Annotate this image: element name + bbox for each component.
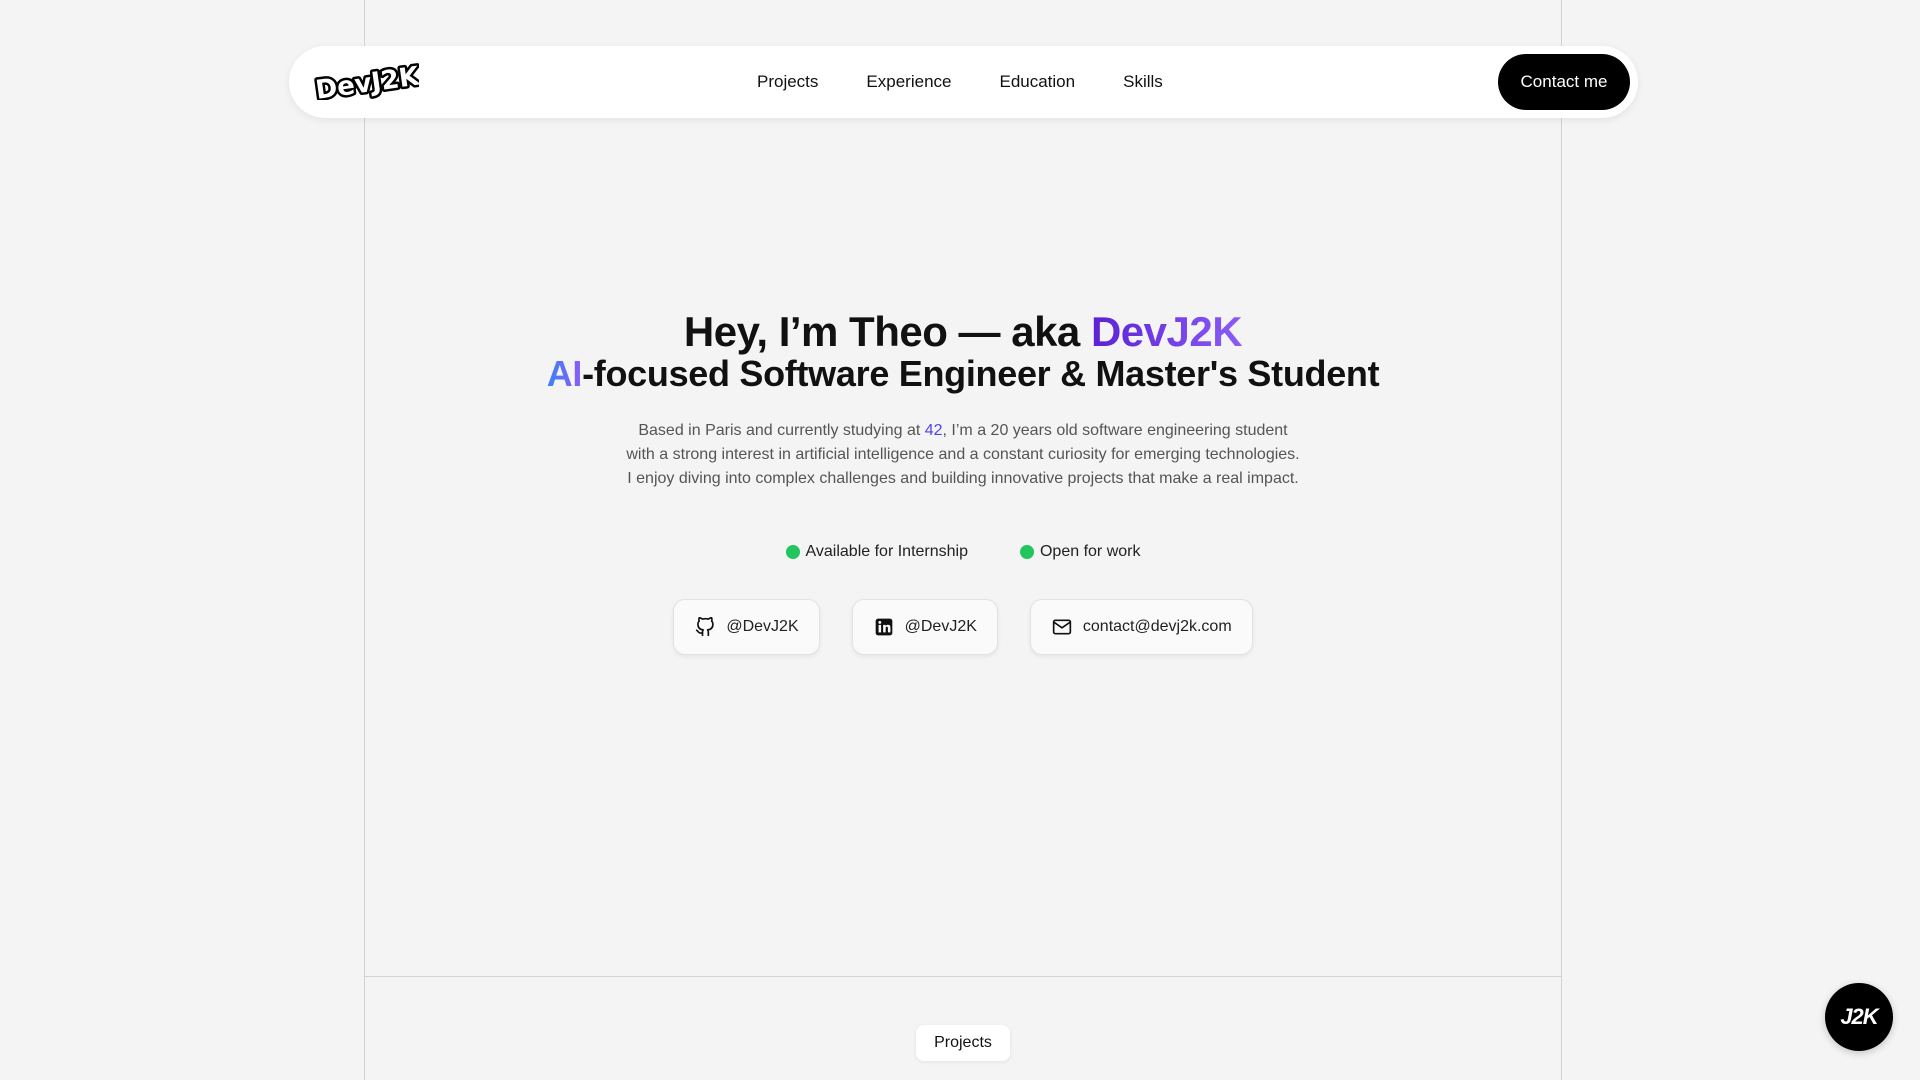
projects-section-tag: Projects — [916, 1025, 1010, 1061]
status-label: Available for Internship — [805, 543, 968, 560]
nav-link-education[interactable]: Education — [999, 72, 1075, 92]
navbar: DevJ2K Projects Experience Education Ski… — [289, 46, 1638, 118]
logo[interactable]: DevJ2K — [311, 59, 424, 108]
github-button[interactable]: @DevJ2K — [673, 599, 820, 655]
logo-image: DevJ2K — [311, 59, 424, 108]
status-dot-icon — [785, 545, 800, 559]
section-divider — [364, 976, 1562, 977]
status-row: Available for Internship Open for work — [364, 543, 1562, 561]
hero-title-prefix: Hey, I’m Theo — aka — [683, 308, 1091, 355]
social-links: @DevJ2K @DevJ2K contact@devj2k.com — [364, 599, 1562, 655]
contact-button[interactable]: Contact me — [1498, 54, 1630, 110]
hero-description: Based in Paris and currently studying at… — [626, 419, 1300, 491]
nav-links: Projects Experience Education Skills — [757, 46, 1211, 118]
hero-subtitle-rest: -focused Software Engineer & Master's St… — [582, 353, 1380, 394]
status-internship: Available for Internship — [785, 543, 968, 561]
nav-link-projects[interactable]: Projects — [757, 72, 818, 92]
hero-title-highlight: DevJ2K — [1090, 308, 1243, 355]
status-label: Open for work — [1039, 543, 1141, 560]
hero-subtitle-highlight: AI — [546, 353, 583, 394]
status-dot-icon — [1019, 545, 1034, 559]
hero-desc-before: Based in Paris and currently studying at — [638, 422, 925, 439]
mail-icon — [1051, 616, 1073, 638]
page-frame — [364, 0, 1562, 1080]
logo-text: DevJ2K — [314, 62, 419, 100]
linkedin-icon — [873, 616, 895, 638]
email-label: contact@devj2k.com — [1082, 618, 1232, 635]
status-open-for-work: Open for work — [1019, 543, 1141, 561]
linkedin-button[interactable]: @DevJ2K — [851, 599, 998, 655]
school-link[interactable]: 42 — [925, 422, 943, 439]
linkedin-label: @DevJ2K — [904, 618, 977, 635]
hero-title: Hey, I’m Theo — aka DevJ2K — [364, 308, 1562, 356]
github-label: @DevJ2K — [726, 618, 799, 635]
email-button[interactable]: contact@devj2k.com — [1029, 599, 1253, 655]
nav-link-skills[interactable]: Skills — [1123, 72, 1163, 92]
hero-subtitle: AI-focused Software Engineer & Master's … — [364, 352, 1562, 396]
github-icon — [694, 616, 716, 638]
nav-link-experience[interactable]: Experience — [866, 72, 951, 92]
fab-label: J2K — [1840, 1004, 1878, 1029]
floating-logo-button[interactable]: J2K — [1825, 983, 1893, 1051]
